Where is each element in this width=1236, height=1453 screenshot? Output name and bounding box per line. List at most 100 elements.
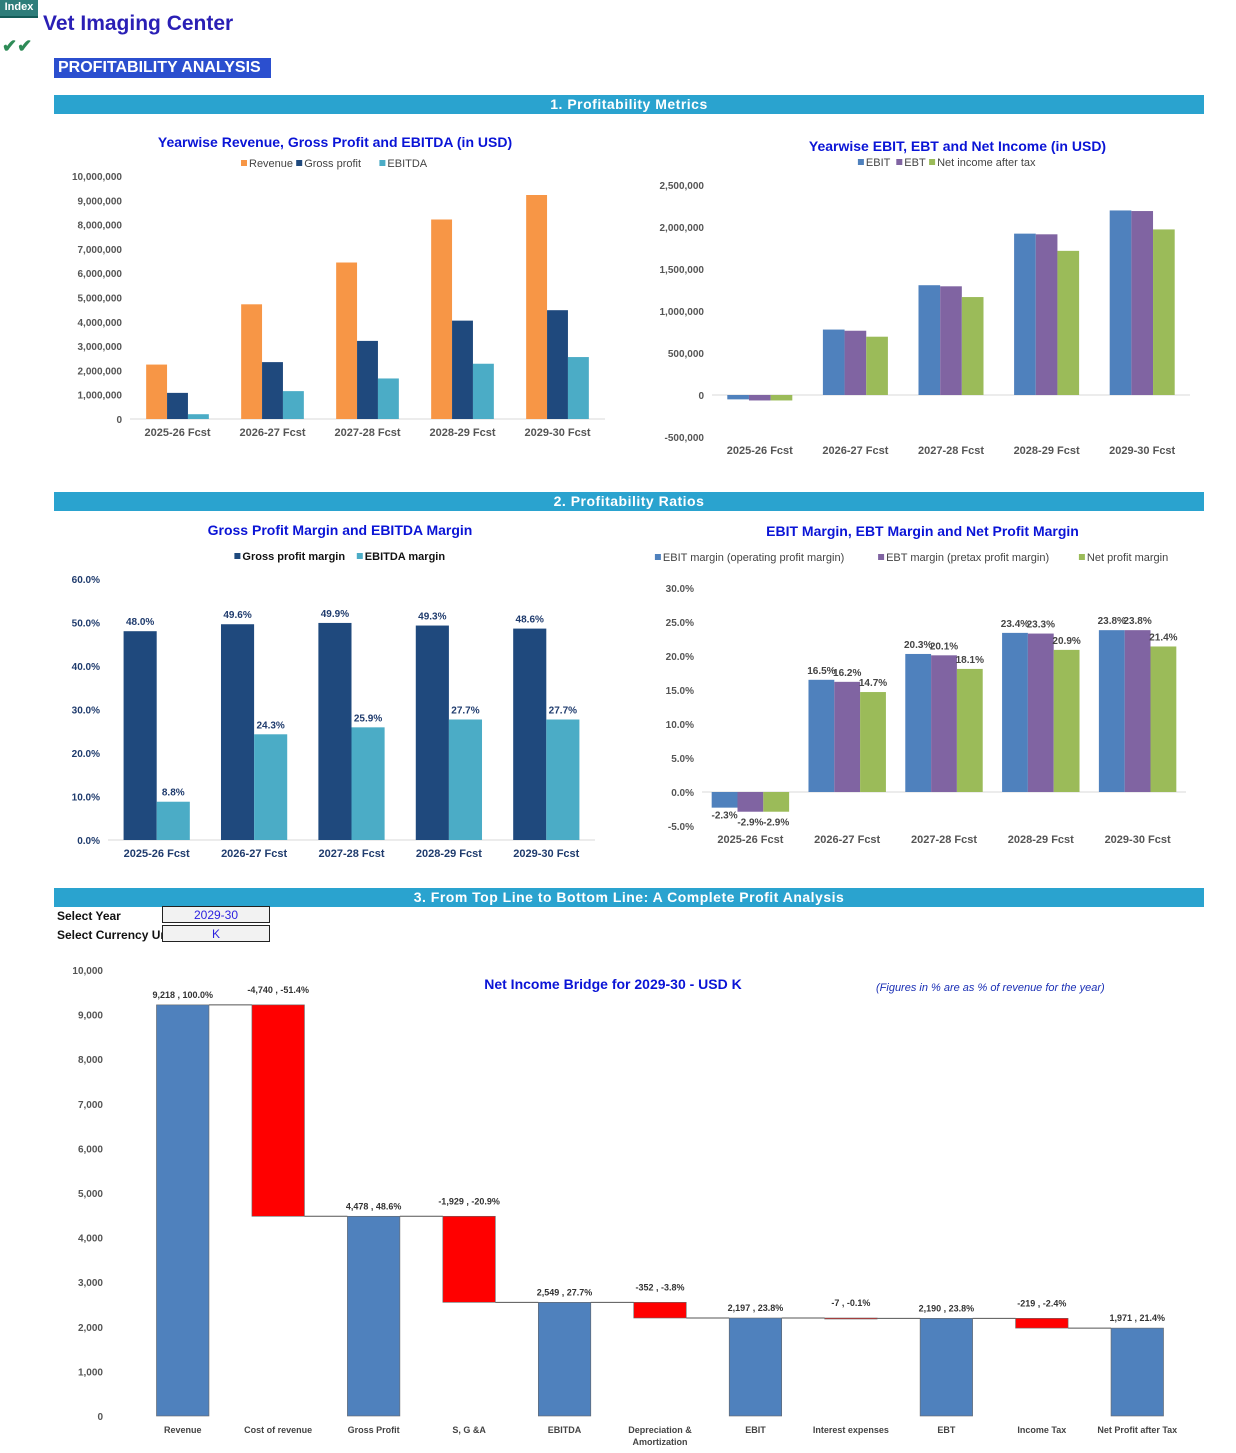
y-tick-label: 10.0% (72, 793, 100, 804)
bar (547, 310, 568, 419)
x-tick-label: EBITDA (548, 1425, 582, 1435)
y-tick-label: 1,000,000 (660, 307, 705, 318)
data-label: 20.9% (1052, 636, 1080, 647)
data-label: 2,190 , 23.8% (919, 1303, 975, 1313)
x-tick-label: 2026-27 Fcst (221, 848, 287, 860)
data-label: 49.9% (321, 609, 349, 620)
y-tick-label: 8,000,000 (78, 221, 123, 232)
y-tick-label: 0.0% (671, 788, 694, 799)
y-tick-label: 7,000,000 (78, 245, 123, 256)
y-tick-label: 2,000,000 (78, 366, 123, 377)
chart-legend: Revenue Gross profit EBITDA (241, 158, 428, 170)
data-label: 23.3% (1027, 620, 1055, 631)
legend-swatch (1078, 554, 1085, 560)
y-tick-label: 8,000 (78, 1055, 103, 1066)
y-tick-label: 0 (97, 1412, 103, 1423)
y-tick-label: -500,000 (665, 433, 705, 444)
legend-label: Gross profit (304, 158, 361, 170)
bar (452, 320, 473, 419)
y-tick-label: 3,000,000 (78, 342, 123, 353)
data-label: 23.8% (1123, 616, 1151, 627)
x-tick-label: 2027-28 Fcst (334, 427, 400, 439)
data-label: 48.6% (516, 615, 544, 626)
chart-legend: Gross profit margin EBITDA margin (234, 551, 445, 563)
x-tick-label: 2026-27 Fcst (814, 834, 880, 846)
data-label: 20.1% (930, 641, 958, 652)
y-tick-label: 500,000 (668, 349, 705, 360)
data-label: 48.0% (126, 617, 154, 628)
bar (808, 679, 835, 792)
bar (1057, 250, 1080, 395)
y-tick-label: 25.0% (666, 618, 694, 629)
legend-label: EBT (904, 157, 926, 169)
chart-title: Yearwise Revenue, Gross Profit and EBITD… (158, 134, 512, 150)
bar (526, 195, 548, 419)
bar (866, 336, 888, 395)
bar (1153, 229, 1175, 395)
data-label: 25.9% (354, 713, 382, 724)
bar (844, 330, 867, 395)
y-tick-label: 10.0% (666, 720, 694, 731)
bar (567, 357, 589, 419)
y-tick-label: 1,500,000 (660, 265, 705, 276)
x-tick-label: Gross Profit (348, 1425, 400, 1435)
legend-label: EBITDA (387, 158, 427, 170)
y-tick-label: 2,500,000 (660, 181, 705, 192)
x-tick-label: 2027-28 Fcst (918, 445, 984, 457)
legend-swatch (929, 159, 936, 165)
x-tick-label: 2028-29 Fcst (1014, 445, 1080, 457)
section-banner-bridge: 3. From Top Line to Bottom Line: A Compl… (54, 888, 1204, 907)
x-tick-label: Revenue (164, 1425, 202, 1435)
data-label: 20.3% (904, 640, 932, 651)
y-tick-label: 6,000,000 (78, 269, 123, 280)
bar (351, 727, 385, 840)
bar (1035, 234, 1058, 395)
bar (318, 622, 352, 840)
x-tick-label: 2027-28 Fcst (911, 834, 977, 846)
x-tick-label: 2029-30 Fcst (524, 427, 590, 439)
bar (711, 792, 738, 808)
y-tick-label: 5,000 (78, 1189, 103, 1200)
select-year-input[interactable]: 2029-30 (162, 906, 270, 923)
chart-title: Net Income Bridge for 2029-30 - USD K (484, 976, 742, 992)
select-currency-input[interactable]: K (162, 925, 270, 942)
x-tick-label: Net Profit after Tax (1097, 1425, 1177, 1435)
bar (905, 653, 932, 792)
legend-label: EBT margin (pretax profit margin) (886, 552, 1049, 564)
bar (1014, 233, 1036, 395)
chart-title: EBIT Margin, EBT Margin and Net Profit M… (766, 523, 1079, 539)
legend-label: Gross profit margin (242, 551, 345, 563)
bar (1150, 646, 1177, 792)
bar (956, 668, 983, 792)
chart-legend: EBIT margin (operating profit margin) EBT… (654, 552, 1168, 564)
bar (123, 631, 157, 840)
bar (763, 792, 790, 812)
bar (824, 1317, 878, 1320)
x-tick-label: Amortization (633, 1437, 688, 1447)
checkmark-icon: ✔✔ (2, 36, 33, 56)
bar (1027, 633, 1054, 792)
legend-swatch (356, 553, 363, 559)
legend-swatch (296, 160, 303, 166)
y-tick-label: 15.0% (666, 686, 694, 697)
data-label: -352 , -3.8% (635, 1282, 684, 1292)
index-button[interactable]: Index (0, 0, 38, 18)
data-label: 16.2% (833, 668, 861, 679)
x-tick-label: 2028-29 Fcst (429, 427, 495, 439)
legend-label: Revenue (249, 158, 293, 170)
y-tick-label: 30.0% (72, 706, 100, 717)
y-tick-label: 60.0% (72, 575, 100, 586)
bar (513, 628, 547, 840)
y-tick-label: -5.0% (668, 822, 694, 833)
bar (633, 1302, 687, 1319)
bar (1015, 1318, 1069, 1329)
y-tick-label: 4,000,000 (78, 318, 123, 329)
data-label: 49.6% (223, 610, 251, 621)
bar (448, 719, 483, 840)
section-banner-metrics: 1. Profitability Metrics (54, 95, 1204, 114)
legend-label: EBIT margin (operating profit margin) (663, 552, 844, 564)
data-label: -7 , -0.1% (831, 1298, 870, 1308)
y-tick-label: 20.0% (666, 652, 694, 663)
chart-revenue-gp-ebitda: Yearwise Revenue, Gross Profit and EBITD… (72, 134, 605, 439)
legend-swatch (654, 554, 661, 560)
